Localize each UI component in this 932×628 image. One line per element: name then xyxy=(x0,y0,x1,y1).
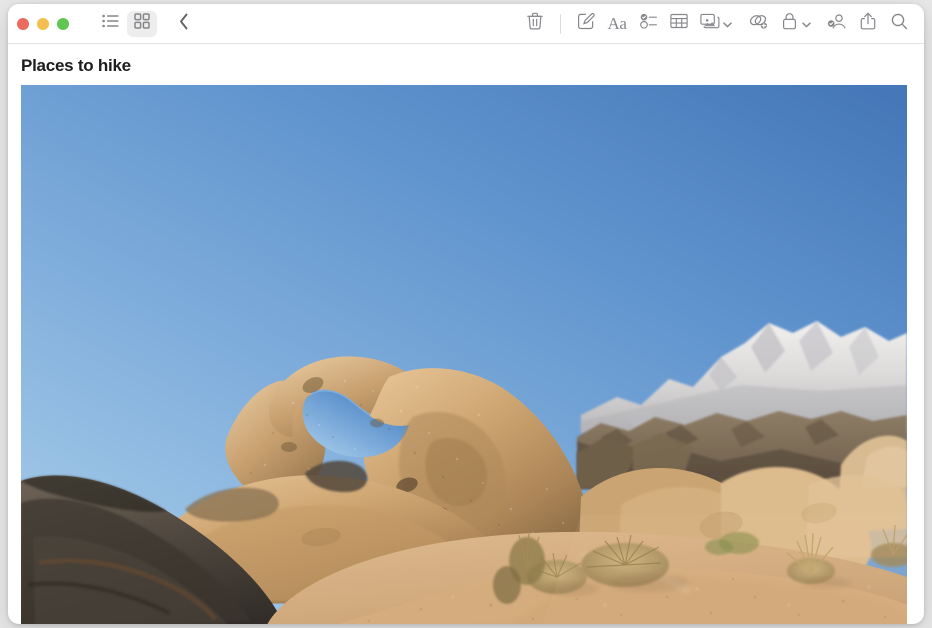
window-toolbar: Aa xyxy=(8,4,924,44)
view-toggle-group xyxy=(95,11,157,37)
lock-chevron[interactable] xyxy=(802,15,811,33)
minimize-button[interactable] xyxy=(37,18,49,30)
search-button[interactable] xyxy=(884,11,914,37)
note-content-area[interactable]: Places to hike xyxy=(8,44,924,624)
link-icon xyxy=(749,13,768,35)
trash-icon xyxy=(527,12,543,35)
format-text-button[interactable]: Aa xyxy=(602,11,632,37)
toolbar-actions: Aa xyxy=(520,11,914,37)
close-button[interactable] xyxy=(17,18,29,30)
checklist-button[interactable] xyxy=(633,11,663,37)
media-chevron[interactable] xyxy=(723,15,732,33)
compose-icon xyxy=(577,12,595,35)
lock-note-button[interactable] xyxy=(774,11,804,37)
table-icon xyxy=(670,13,688,34)
gallery-view-icon xyxy=(134,13,150,34)
page-title[interactable]: Places to hike xyxy=(8,56,924,76)
list-view-icon xyxy=(102,14,119,33)
maximize-button[interactable] xyxy=(57,18,69,30)
table-button[interactable] xyxy=(664,11,694,37)
gallery-view-button[interactable] xyxy=(127,11,157,37)
toolbar-separator xyxy=(560,14,561,34)
add-link-button[interactable] xyxy=(743,11,773,37)
share-icon xyxy=(860,12,876,35)
chevron-down-icon xyxy=(802,15,811,33)
format-text-icon: Aa xyxy=(607,14,626,34)
new-note-button[interactable] xyxy=(571,11,601,37)
notes-window: Aa xyxy=(8,4,924,624)
media-button[interactable] xyxy=(695,11,725,37)
collaborate-button[interactable] xyxy=(822,11,852,37)
traffic-light-group xyxy=(17,18,69,30)
list-view-button[interactable] xyxy=(95,11,125,37)
chevron-down-icon xyxy=(723,15,732,33)
checklist-icon xyxy=(640,13,657,34)
collaborate-icon xyxy=(827,13,847,35)
delete-button[interactable] xyxy=(520,11,550,37)
lock-icon xyxy=(782,12,797,35)
search-icon xyxy=(891,13,908,35)
back-button[interactable] xyxy=(169,11,199,37)
chevron-left-icon xyxy=(179,13,189,35)
share-button[interactable] xyxy=(853,11,883,37)
media-icon xyxy=(700,13,720,35)
photo-attachment[interactable] xyxy=(21,85,907,624)
